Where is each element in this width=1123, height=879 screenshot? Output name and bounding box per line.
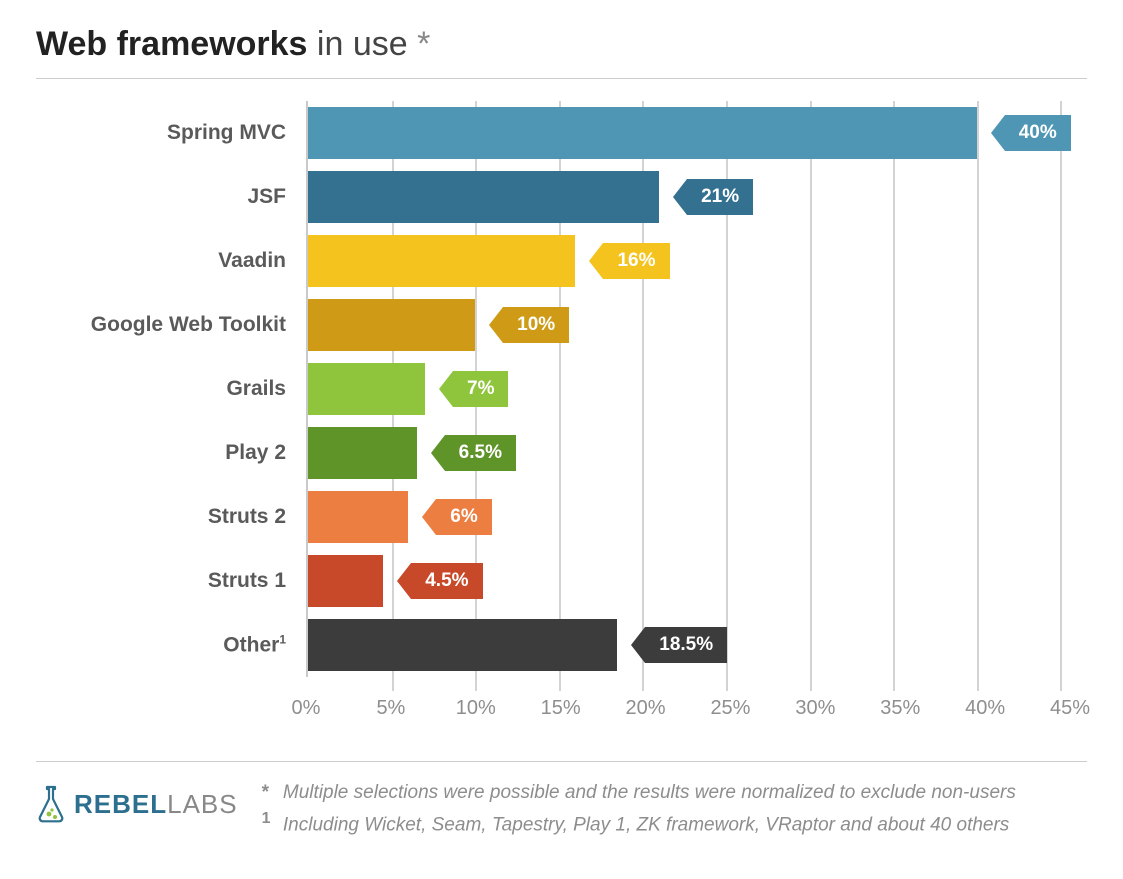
footnote-2-marker: 1 — [262, 807, 278, 832]
footnote-2-text: Including Wicket, Seam, Tapestry, Play 1… — [283, 815, 1009, 836]
value-flag: 6.5% — [431, 435, 516, 471]
category-label: Vaadin — [218, 249, 308, 273]
bar — [308, 299, 475, 351]
flag-triangle-icon — [397, 563, 411, 599]
x-tick-label: 0% — [292, 697, 321, 720]
x-tick-label: 35% — [880, 697, 920, 720]
bar — [308, 619, 617, 671]
bar — [308, 555, 383, 607]
bar — [308, 427, 417, 479]
footnote-1-marker: * — [262, 778, 278, 807]
title-asterisk: * — [417, 25, 430, 63]
x-tick-label: 40% — [965, 697, 1005, 720]
value-label: 7% — [453, 371, 508, 407]
title-bold: Web frameworks — [36, 25, 307, 63]
x-tick-label: 5% — [376, 697, 405, 720]
footer: REBELLABS * Multiple selections were pos… — [36, 778, 1087, 840]
divider-bottom — [36, 761, 1087, 762]
footnote-1: * Multiple selections were possible and … — [262, 778, 1016, 807]
bar-row: Grails7% — [308, 357, 1077, 421]
value-flag: 21% — [673, 179, 753, 215]
bar — [308, 171, 659, 223]
logo-text: REBELLABS — [74, 789, 238, 820]
x-tick-label: 20% — [626, 697, 666, 720]
footnote-1-text: Multiple selections were possible and th… — [283, 782, 1016, 803]
bar-row: Play 26.5% — [308, 421, 1077, 485]
bar — [308, 107, 977, 159]
x-tick-label: 10% — [456, 697, 496, 720]
value-label: 4.5% — [411, 563, 482, 599]
x-tick-label: 15% — [541, 697, 581, 720]
plot-area: Spring MVC40%JSF21%Vaadin16%Google Web T… — [306, 101, 1077, 677]
category-label: Struts 2 — [208, 505, 308, 529]
x-tick-label: 25% — [710, 697, 750, 720]
bar-chart: Spring MVC40%JSF21%Vaadin16%Google Web T… — [36, 101, 1087, 677]
flag-triangle-icon — [631, 627, 645, 663]
bar-row: Spring MVC40% — [308, 101, 1077, 165]
bar — [308, 491, 408, 543]
flag-triangle-icon — [673, 179, 687, 215]
value-flag: 18.5% — [631, 627, 727, 663]
flag-triangle-icon — [589, 243, 603, 279]
value-label: 6.5% — [445, 435, 516, 471]
value-label: 10% — [503, 307, 569, 343]
flag-triangle-icon — [991, 115, 1005, 151]
bar-row: Struts 14.5% — [308, 549, 1077, 613]
footnotes: * Multiple selections were possible and … — [262, 778, 1016, 840]
rebellabs-logo: REBELLABS — [36, 778, 238, 824]
category-label: Play 2 — [225, 441, 308, 465]
value-flag: 7% — [439, 371, 508, 407]
value-flag: 16% — [589, 243, 669, 279]
flag-triangle-icon — [489, 307, 503, 343]
x-tick-label: 45% — [1050, 697, 1090, 720]
value-flag: 4.5% — [397, 563, 482, 599]
category-label: Google Web Toolkit — [91, 313, 308, 337]
bar-row: Google Web Toolkit10% — [308, 293, 1077, 357]
flag-triangle-icon — [422, 499, 436, 535]
flag-triangle-icon — [439, 371, 453, 407]
divider-top — [36, 78, 1087, 79]
chart-title: Web frameworks in use * — [36, 25, 1087, 64]
category-label: Grails — [226, 377, 308, 401]
category-label: Struts 1 — [208, 569, 308, 593]
category-label: Spring MVC — [167, 121, 308, 145]
bar-row: JSF21% — [308, 165, 1077, 229]
flag-triangle-icon — [431, 435, 445, 471]
x-tick-label: 30% — [795, 697, 835, 720]
value-flag: 10% — [489, 307, 569, 343]
logo-brand: REBEL — [74, 789, 167, 819]
value-label: 18.5% — [645, 627, 727, 663]
footnote-2: 1 Including Wicket, Seam, Tapestry, Play… — [262, 807, 1016, 840]
bar — [308, 235, 575, 287]
value-flag: 6% — [422, 499, 491, 535]
logo-sub: LABS — [167, 789, 238, 819]
category-label: JSF — [247, 185, 308, 209]
bar — [308, 363, 425, 415]
flask-icon — [36, 784, 66, 824]
value-flag: 40% — [991, 115, 1071, 151]
bar-row: Vaadin16% — [308, 229, 1077, 293]
value-label: 40% — [1005, 115, 1071, 151]
value-label: 21% — [687, 179, 753, 215]
x-axis: 0%5%10%15%20%25%30%35%40%45% — [306, 697, 1087, 727]
value-label: 6% — [436, 499, 491, 535]
title-rest: in use — [307, 25, 417, 63]
bar-row: Other118.5% — [308, 613, 1077, 677]
bar-row: Struts 26% — [308, 485, 1077, 549]
category-label: Other1 — [223, 633, 308, 658]
value-label: 16% — [603, 243, 669, 279]
